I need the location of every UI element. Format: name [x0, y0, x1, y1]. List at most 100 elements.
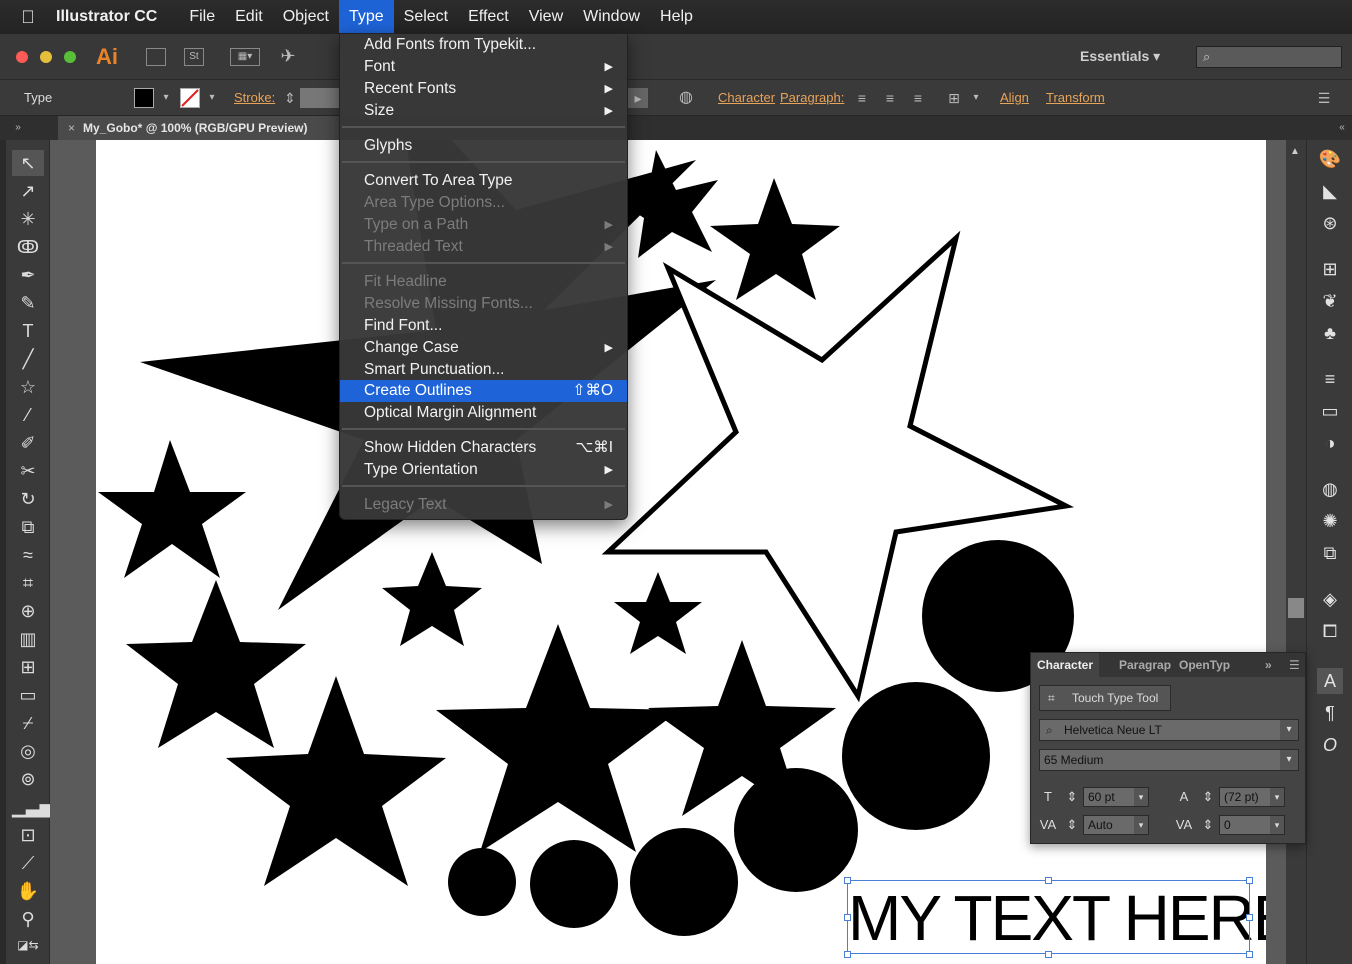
minimize-window-button[interactable]: [40, 51, 52, 63]
menu-help[interactable]: Help: [650, 0, 703, 34]
chevron-down-icon[interactable]: ▾: [1134, 788, 1148, 806]
menu-item-smart-punctuation[interactable]: Smart Punctuation...: [340, 359, 627, 381]
paragraph-link[interactable]: Paragraph:: [780, 90, 844, 105]
menu-item-add-fonts-typekit[interactable]: Add Fonts from Typekit...: [340, 34, 627, 56]
stroke-swatch[interactable]: [180, 88, 200, 108]
text-wrap-icon[interactable]: ⊞: [944, 88, 964, 108]
asset-export-icon[interactable]: ⧉: [1317, 540, 1343, 566]
line-tool-icon[interactable]: ╱: [12, 346, 44, 372]
hand-tool-icon[interactable]: ✋: [12, 878, 44, 904]
rotate-tool-icon[interactable]: ↻: [12, 486, 44, 512]
font-family-field[interactable]: ⌕ Helvetica Neue LT ▾: [1039, 719, 1299, 741]
shape-builder-tool-icon[interactable]: ⊕: [12, 598, 44, 624]
document-tab[interactable]: × My_Gobo* @ 100% (RGB/GPU Preview): [58, 116, 340, 140]
font-style-field[interactable]: 65 Medium ▾: [1039, 749, 1299, 771]
direct-selection-tool-icon[interactable]: ↗: [12, 178, 44, 204]
menu-item-convert-to-area-type[interactable]: Convert To Area Type: [340, 170, 627, 192]
leading-stepper[interactable]: ⇕: [1197, 787, 1219, 807]
pen-tool-icon[interactable]: ✒: [12, 262, 44, 288]
stroke-weight-stepper[interactable]: ⇕: [280, 88, 300, 108]
panel-menu-icon[interactable]: ☰: [1314, 88, 1334, 108]
chevron-down-icon[interactable]: ▾: [1270, 816, 1284, 834]
curvature-tool-icon[interactable]: ✎: [12, 290, 44, 316]
kerning-stepper[interactable]: ⇕: [1061, 815, 1083, 835]
graphic-styles-icon[interactable]: ✺: [1317, 508, 1343, 534]
brushes-icon[interactable]: ❦: [1317, 288, 1343, 314]
menu-item-recent-fonts[interactable]: Recent Fonts ▶: [340, 78, 627, 100]
recolor-icon[interactable]: ◍: [676, 88, 696, 108]
menu-edit[interactable]: Edit: [225, 0, 273, 34]
opentype-panel-icon[interactable]: O: [1317, 732, 1343, 758]
gradient-tool-icon[interactable]: ▭: [12, 682, 44, 708]
symbol-sprayer-tool-icon[interactable]: ⊚: [12, 766, 44, 792]
layers-icon[interactable]: ◈: [1317, 586, 1343, 612]
resize-handle[interactable]: [1045, 951, 1052, 958]
panel-expand-icon[interactable]: »: [1259, 653, 1278, 677]
expand-toolbar-icon[interactable]: »: [8, 118, 28, 138]
menu-item-glyphs[interactable]: Glyphs: [340, 135, 627, 157]
stroke-panel-icon[interactable]: ≡: [1317, 366, 1343, 392]
blend-tool-icon[interactable]: ◎: [12, 738, 44, 764]
chevron-down-icon[interactable]: ▾: [1134, 816, 1148, 834]
close-tab-icon[interactable]: ×: [68, 121, 75, 135]
tracking-stepper[interactable]: ⇕: [1197, 815, 1219, 835]
menu-item-change-case[interactable]: Change Case ▶: [340, 337, 627, 359]
character-panel-icon[interactable]: A: [1317, 668, 1343, 694]
symbols-icon[interactable]: ♣: [1317, 320, 1343, 346]
paintbrush-tool-icon[interactable]: ⁄: [12, 402, 44, 428]
color-guide-icon[interactable]: ◣: [1317, 178, 1343, 204]
column-graph-tool-icon[interactable]: ▁▃▅: [12, 794, 54, 820]
tab-opentype[interactable]: OpenTyp: [1173, 653, 1236, 677]
search-stock-input[interactable]: ⌕: [1196, 46, 1342, 68]
width-tool-icon[interactable]: ≈: [12, 542, 44, 568]
fill-swatch[interactable]: [134, 88, 154, 108]
cc-libraries-icon[interactable]: ⊛: [1317, 210, 1343, 236]
resize-handle[interactable]: [1246, 914, 1253, 921]
close-window-button[interactable]: [16, 51, 28, 63]
zoom-tool-icon[interactable]: ⚲: [12, 906, 44, 932]
menu-item-create-outlines[interactable]: Create Outlines ⇧⌘O: [340, 380, 627, 402]
menu-item-optical-margin-alignment[interactable]: Optical Margin Alignment: [340, 402, 627, 424]
resize-handle[interactable]: [844, 914, 851, 921]
stock-button[interactable]: St: [184, 48, 204, 66]
menu-item-type-orientation[interactable]: Type Orientation ▶: [340, 459, 627, 481]
fill-stroke-swap-icon[interactable]: ◪⇆: [12, 932, 44, 958]
tracking-field[interactable]: 0 ▾: [1219, 815, 1285, 835]
chevron-down-icon[interactable]: ▾: [1270, 788, 1284, 806]
menu-object[interactable]: Object: [273, 0, 339, 34]
resize-handle[interactable]: [844, 877, 851, 884]
bridge-icon[interactable]: [146, 48, 166, 66]
resize-handle[interactable]: [844, 951, 851, 958]
scroll-up-icon[interactable]: ▲: [1290, 146, 1300, 157]
align-link[interactable]: Align: [1000, 90, 1029, 105]
artboards-icon[interactable]: ⧠: [1317, 618, 1343, 644]
lasso-tool-icon[interactable]: ↂ: [12, 234, 44, 260]
chevron-down-icon[interactable]: ▾: [1280, 750, 1298, 770]
paragraph-panel-icon[interactable]: ¶: [1317, 700, 1343, 726]
leading-field[interactable]: (72 pt) ▾: [1219, 787, 1285, 807]
align-left-icon[interactable]: ≡: [852, 88, 872, 108]
opacity-stepper[interactable]: ▸: [628, 88, 648, 108]
appearance-icon[interactable]: ◍: [1317, 476, 1343, 502]
touch-type-tool-button[interactable]: ⌗ Touch Type Tool: [1039, 685, 1171, 711]
collapse-panels-icon[interactable]: «: [1332, 118, 1352, 138]
artboard-tool-icon[interactable]: ⊡: [12, 822, 44, 848]
color-panel-icon[interactable]: 🎨: [1317, 146, 1343, 172]
scale-tool-icon[interactable]: ⧉: [12, 514, 44, 540]
transparency-icon[interactable]: ◑: [1317, 430, 1343, 456]
perspective-grid-tool-icon[interactable]: ▥: [12, 626, 44, 652]
text-wrap-dropdown-icon[interactable]: ▾: [966, 88, 986, 108]
align-right-icon[interactable]: ≡: [908, 88, 928, 108]
tab-character[interactable]: Character: [1031, 653, 1100, 677]
magic-wand-tool-icon[interactable]: ✳: [12, 206, 44, 232]
menu-item-size[interactable]: Size ▶: [340, 100, 627, 122]
transform-link[interactable]: Transform: [1046, 90, 1105, 105]
app-name-menu[interactable]: Illustrator CC: [56, 8, 157, 26]
scissors-tool-icon[interactable]: ✂: [12, 458, 44, 484]
menu-item-show-hidden-characters[interactable]: Show Hidden Characters ⌥⌘I: [340, 437, 627, 459]
menu-type[interactable]: Type: [338, 0, 394, 34]
character-link[interactable]: Character: [718, 90, 775, 105]
resize-handle[interactable]: [1045, 877, 1052, 884]
panel-menu-icon[interactable]: ☰: [1283, 653, 1306, 677]
zoom-window-button[interactable]: [64, 51, 76, 63]
